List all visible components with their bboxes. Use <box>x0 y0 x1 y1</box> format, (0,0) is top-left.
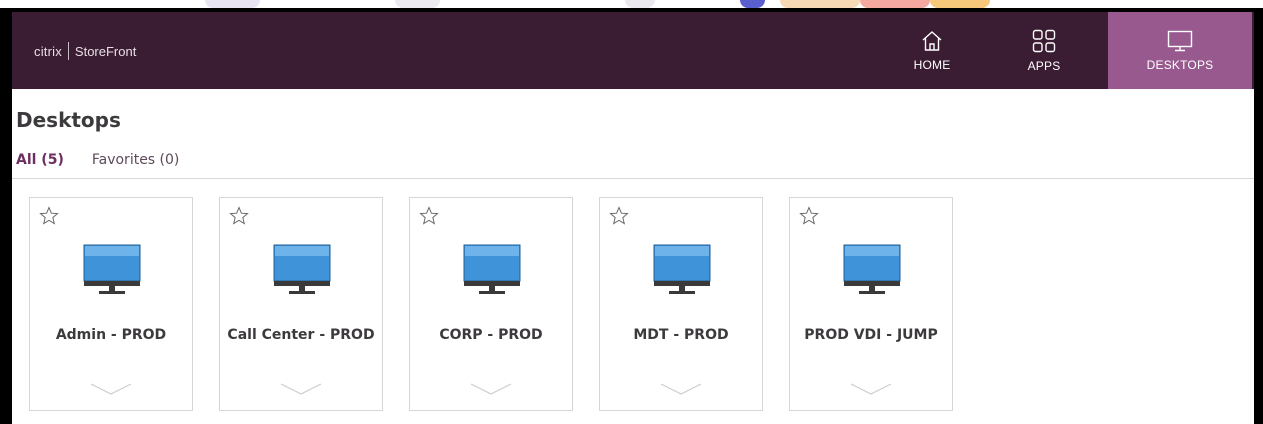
brand-product: StoreFront <box>74 43 137 59</box>
desktop-monitor-icon <box>83 244 141 294</box>
desktop-monitor-icon <box>1167 30 1193 51</box>
desktop-tile[interactable]: MDT - PROD <box>599 197 763 411</box>
window-frame-right <box>1254 10 1263 424</box>
desktop-monitor-icon <box>843 244 901 294</box>
desktop-name: Admin - PROD <box>55 327 167 343</box>
filter-favorites[interactable]: Favorites (0) <box>92 152 180 168</box>
favorite-star-icon[interactable] <box>39 206 59 226</box>
nav-home-label: HOME <box>913 57 951 72</box>
nav-desktops-label: DESKTOPS <box>1146 57 1214 72</box>
brand-logo[interactable]: citrix StoreFront <box>34 42 136 60</box>
desktop-tile[interactable]: CORP - PROD <box>409 197 573 411</box>
favorite-star-icon[interactable] <box>799 206 819 226</box>
desktop-name: MDT - PROD <box>633 327 729 343</box>
nav-apps[interactable]: APPS <box>972 12 1116 89</box>
home-icon <box>922 30 942 51</box>
nav-desktops[interactable]: DESKTOPS <box>1108 12 1252 89</box>
desktop-monitor-icon <box>463 244 521 294</box>
desktop-name: Call Center - PROD <box>227 327 375 343</box>
desktop-name: CORP - PROD <box>439 327 543 343</box>
decor-blob <box>625 0 655 8</box>
filter-all[interactable]: All (5) <box>16 152 64 168</box>
brand-separator <box>67 42 69 60</box>
favorite-star-icon[interactable] <box>229 206 249 226</box>
brand-company: citrix <box>34 43 62 59</box>
decor-blob <box>205 0 260 8</box>
decor-blob <box>395 0 440 8</box>
desktop-tile[interactable]: Call Center - PROD <box>219 197 383 411</box>
desktop-name: PROD VDI - JUMP <box>804 327 938 343</box>
desktop-tile[interactable]: Admin - PROD <box>29 197 193 411</box>
desktop-monitor-icon <box>273 244 331 294</box>
storefront-app: citrix StoreFront HOME APPS DESKTOPS Des… <box>12 12 1254 424</box>
chevron-down-icon[interactable] <box>849 382 893 396</box>
decor-blob <box>930 0 990 8</box>
decor-blob <box>860 0 930 8</box>
decor-blob <box>780 0 860 8</box>
favorite-star-icon[interactable] <box>609 206 629 226</box>
window-frame-left <box>0 10 12 424</box>
page-title: Desktops <box>16 108 121 132</box>
favorite-star-icon[interactable] <box>419 206 439 226</box>
decor-blob <box>740 0 765 8</box>
top-header-bar: citrix StoreFront HOME APPS DESKTOPS <box>12 12 1254 89</box>
chevron-down-icon[interactable] <box>89 382 133 396</box>
filter-tabs: All (5) Favorites (0) <box>16 152 207 168</box>
chevron-down-icon[interactable] <box>279 382 323 396</box>
apps-grid-icon <box>1032 29 1056 52</box>
desktop-tile[interactable]: PROD VDI - JUMP <box>789 197 953 411</box>
section-divider <box>12 178 1254 179</box>
nav-apps-label: APPS <box>1027 58 1061 73</box>
chevron-down-icon[interactable] <box>469 382 513 396</box>
chevron-down-icon[interactable] <box>659 382 703 396</box>
desktop-monitor-icon <box>653 244 711 294</box>
